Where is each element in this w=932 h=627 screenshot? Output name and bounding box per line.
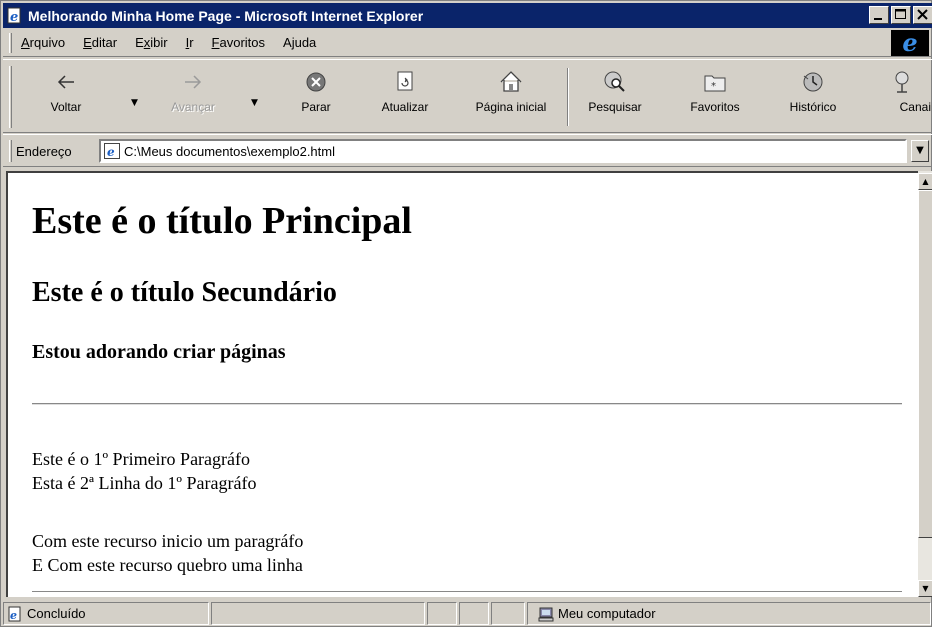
favorites-button[interactable]: * Favoritos — [679, 66, 751, 130]
status-text: Concluído — [27, 606, 86, 621]
svg-text:*: * — [711, 81, 716, 92]
ie-logo-icon: e — [891, 30, 929, 56]
menu-ir[interactable]: Ir — [186, 35, 194, 50]
paragraph-line: Este é o 1º Primeiro Paragráfo — [32, 449, 251, 469]
menubar-grip[interactable] — [9, 33, 12, 53]
paragraph-1: Este é o 1º Primeiro Paragráfo Esta é 2ª… — [32, 447, 256, 495]
svg-text:e: e — [10, 609, 17, 622]
toolbar-separator — [567, 68, 569, 126]
page-viewport[interactable]: Este é o título Principal Este é o títul… — [6, 171, 918, 597]
paragraph-line: E Com este recurso quebro uma linha — [32, 555, 303, 575]
search-button[interactable]: Pesquisar — [579, 66, 651, 130]
home-button[interactable]: Página inicial — [461, 66, 561, 130]
refresh-button[interactable]: Atualizar — [375, 66, 435, 130]
menu-editar[interactable]: Editar — [83, 35, 117, 50]
menu-exibir[interactable]: Exibir — [135, 35, 168, 50]
stop-label: Parar — [301, 100, 331, 114]
menu-label: r — [189, 35, 194, 50]
back-label: Voltar — [50, 100, 82, 114]
scroll-thumb[interactable] — [918, 190, 932, 538]
title-bar[interactable]: e Melhorando Minha Home Page - Microsoft… — [3, 3, 932, 28]
status-bar: e Concluído Meu computador — [1, 599, 932, 627]
address-input[interactable] — [124, 143, 824, 159]
home-icon — [461, 66, 561, 100]
addressbar-grip[interactable] — [9, 140, 12, 162]
forward-label: Avançar — [171, 100, 215, 114]
status-progress-pane — [211, 602, 425, 625]
menu-label: uda — [294, 35, 317, 50]
refresh-label: Atualizar — [381, 100, 429, 114]
address-dropdown-button[interactable]: ▼ — [911, 140, 929, 162]
paragraph-line: Esta é 2ª Linha do 1º Paragráfo — [32, 473, 257, 493]
status-pane-small — [459, 602, 489, 625]
svg-text:e: e — [107, 145, 115, 158]
tertiary-heading: Estou adorando criar páginas — [32, 341, 286, 363]
maximize-button[interactable] — [891, 6, 911, 24]
standard-toolbar: Voltar ▼ Avançar ▼ Parar Atualizar Págin… — [3, 59, 932, 133]
menu-ajuda[interactable]: Ajuda — [283, 35, 316, 50]
back-button[interactable]: Voltar — [41, 66, 91, 130]
channels-label: Canais — [899, 100, 931, 114]
browser-window: e Melhorando Minha Home Page - Microsoft… — [0, 0, 932, 627]
status-pane-small — [427, 602, 457, 625]
page-status-icon: e — [7, 606, 23, 622]
zone-text: Meu computador — [558, 606, 656, 621]
horizontal-rule — [32, 591, 902, 592]
stop-icon — [291, 66, 341, 100]
minimize-button[interactable] — [869, 6, 889, 24]
paragraph-2: Com este recurso inicio um paragráfo E C… — [32, 529, 303, 577]
search-globe-icon — [579, 66, 651, 100]
address-label: Endereço — [16, 144, 72, 159]
forward-button[interactable]: Avançar — [163, 66, 223, 130]
channels-satellite-icon — [873, 66, 931, 100]
ie-page-icon: e — [6, 7, 24, 25]
refresh-icon — [375, 66, 435, 100]
menu-bar: Arquivo Editar Exibir Ir Favoritos Ajuda… — [3, 29, 932, 57]
menu-label: rquivo — [29, 35, 66, 50]
status-pane-small — [491, 602, 525, 625]
address-bar: Endereço e ▼ — [3, 134, 932, 167]
svg-text:e: e — [10, 10, 18, 25]
home-label: Página inicial — [475, 100, 547, 114]
address-field[interactable]: e — [99, 139, 907, 163]
forward-dropdown-icon[interactable]: ▼ — [251, 98, 258, 108]
status-text-pane: e Concluído — [3, 602, 209, 625]
menu-label: E — [135, 35, 144, 50]
menu-accel: A — [21, 35, 30, 50]
my-computer-icon — [538, 606, 554, 622]
back-arrow-icon — [41, 66, 91, 100]
page-icon: e — [104, 143, 120, 159]
paragraph-line: Com este recurso inicio um paragráfo — [32, 531, 304, 551]
favorites-label: Favoritos — [690, 100, 740, 114]
menu-favoritos[interactable]: Favoritos — [212, 35, 265, 50]
toolbar-grip[interactable] — [9, 66, 12, 128]
search-label: Pesquisar — [588, 100, 642, 114]
channels-button[interactable]: Canais — [873, 66, 931, 130]
favorites-folder-icon: * — [679, 66, 751, 100]
scroll-down-icon[interactable]: ▼ — [918, 580, 932, 597]
status-zone-pane: Meu computador — [527, 602, 931, 625]
window-title: Melhorando Minha Home Page - Microsoft I… — [28, 7, 424, 24]
menu-label: A — [283, 35, 292, 50]
menu-accel: E — [83, 35, 92, 50]
menu-label: ditar — [91, 35, 118, 50]
secondary-heading: Este é o título Secundário — [32, 277, 337, 308]
stop-button[interactable]: Parar — [291, 66, 341, 130]
history-label: Histórico — [789, 100, 837, 114]
scroll-up-icon[interactable]: ▲ — [918, 173, 932, 190]
menu-label: avoritos — [219, 35, 266, 50]
forward-arrow-icon — [163, 66, 223, 100]
close-button[interactable] — [913, 6, 932, 24]
history-button[interactable]: Histórico — [777, 66, 849, 130]
menu-arquivo[interactable]: Arquivo — [21, 35, 65, 50]
horizontal-rule — [32, 403, 902, 405]
menu-accel: F — [211, 35, 220, 50]
menu-label: ibir — [150, 35, 168, 50]
history-clock-icon — [777, 66, 849, 100]
back-dropdown-icon[interactable]: ▼ — [131, 98, 138, 108]
main-heading: Este é o título Principal — [32, 200, 412, 242]
vertical-scrollbar[interactable]: ▲ ▼ — [918, 171, 932, 597]
